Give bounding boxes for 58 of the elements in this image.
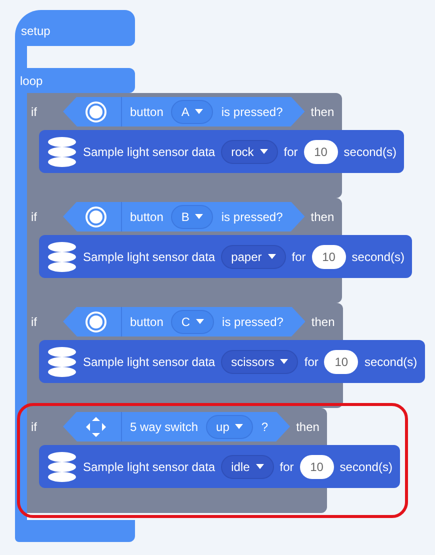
block-label: for xyxy=(304,354,318,370)
block-label: second(s) xyxy=(364,354,418,370)
block-label: 5 way switch xyxy=(130,418,198,436)
block-label: Sample light sensor data xyxy=(83,458,216,476)
if-label: if xyxy=(31,104,38,120)
database-icon xyxy=(47,136,77,168)
block-label: button xyxy=(130,314,164,330)
caret-icon xyxy=(280,359,288,364)
caret-icon xyxy=(268,254,276,259)
dropdown[interactable]: idle xyxy=(221,454,274,478)
if-label: if xyxy=(31,418,38,436)
if-label: if xyxy=(31,208,38,226)
dropdown[interactable]: scissors xyxy=(221,350,298,374)
block-label: for xyxy=(284,144,298,160)
loop-block: loop xyxy=(15,68,135,93)
button-icon xyxy=(85,206,107,228)
then-label: then xyxy=(296,418,320,436)
then-label: then xyxy=(310,104,334,120)
button-icon xyxy=(85,310,107,332)
caret-icon xyxy=(235,424,244,429)
number-field[interactable]: 10 xyxy=(304,140,338,164)
button-icon xyxy=(85,100,107,122)
dropdown[interactable]: up xyxy=(206,414,254,438)
block-label: is pressed? xyxy=(221,104,283,120)
block-label: second(s) xyxy=(344,144,396,160)
caret-icon xyxy=(195,214,204,219)
block-label: ? xyxy=(261,418,268,436)
direction-pad-icon xyxy=(85,416,107,438)
database-icon xyxy=(47,240,77,272)
caret-icon xyxy=(256,464,264,469)
block-label: button xyxy=(130,208,164,226)
dropdown[interactable]: A xyxy=(171,100,214,124)
block-label: for xyxy=(292,248,306,266)
number-field[interactable]: 10 xyxy=(300,454,334,478)
setup-block: setup xyxy=(15,10,135,46)
dropdown[interactable]: C xyxy=(171,310,214,334)
block-label: Sample light sensor data xyxy=(83,248,216,266)
dropdown[interactable]: paper xyxy=(221,244,286,268)
database-icon xyxy=(47,450,77,482)
then-label: then xyxy=(311,314,335,330)
then-label: then xyxy=(310,208,334,226)
block-label: for xyxy=(280,458,294,476)
block-label: second(s) xyxy=(340,458,392,476)
if-label: if xyxy=(31,314,38,330)
dropdown[interactable]: B xyxy=(171,204,214,228)
database-icon xyxy=(47,346,77,378)
number-field[interactable]: 10 xyxy=(312,244,346,268)
block-label: second(s) xyxy=(352,248,404,266)
block-label: is pressed? xyxy=(222,314,284,330)
caret-icon xyxy=(195,109,204,114)
dropdown[interactable]: rock xyxy=(221,140,278,164)
block-label: is pressed? xyxy=(221,208,283,226)
caret-icon xyxy=(196,319,204,324)
number-field[interactable]: 10 xyxy=(324,350,358,374)
caret-icon xyxy=(260,149,268,154)
block-label: button xyxy=(130,104,164,120)
block-label: Sample light sensor data xyxy=(83,354,216,370)
block-label: Sample light sensor data xyxy=(83,144,216,160)
